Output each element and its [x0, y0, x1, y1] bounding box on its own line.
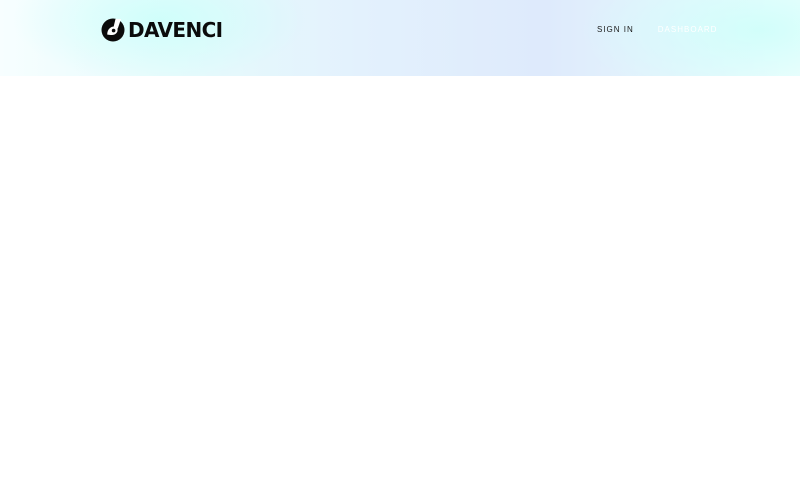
page-body — [0, 76, 800, 496]
logo-wordmark: DAVENCI — [128, 18, 223, 42]
site-header: DAVENCI SIGN IN DASHBOARD — [0, 0, 800, 76]
logo-link[interactable]: DAVENCI — [101, 18, 223, 42]
davenci-logo-mark-icon — [101, 18, 125, 42]
sign-in-link[interactable]: SIGN IN — [597, 25, 634, 35]
dashboard-link[interactable]: DASHBOARD — [658, 25, 718, 35]
main-nav: SIGN IN DASHBOARD — [597, 25, 717, 35]
